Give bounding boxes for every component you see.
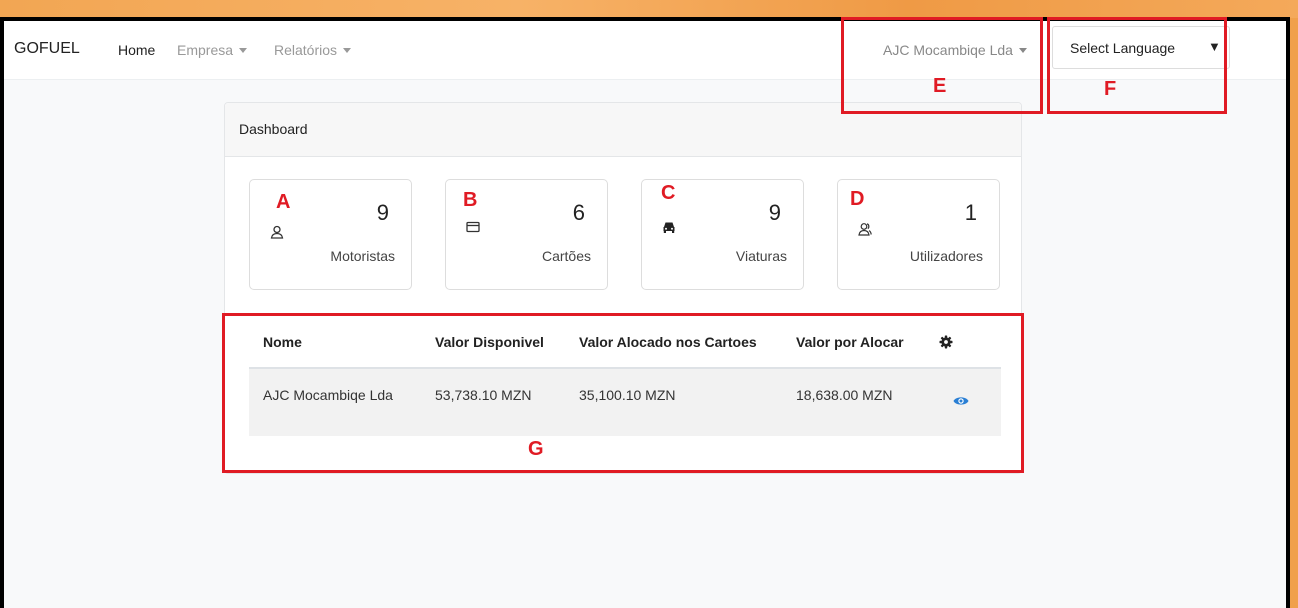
annotation-marker-c: C	[661, 182, 676, 204]
chevron-down-icon	[343, 48, 352, 53]
background-band	[0, 0, 1298, 18]
annotation-marker-f: F	[1104, 78, 1117, 100]
nav-relatorios[interactable]: Relatórios	[274, 42, 352, 58]
stat-value: 9	[376, 200, 389, 225]
nav-relatorios-label: Relatórios	[274, 42, 338, 58]
car-icon	[663, 222, 675, 233]
annotation-marker-e: E	[933, 75, 947, 97]
annotation-marker-b: B	[463, 189, 478, 211]
stat-motoristas[interactable]: 9 Motoristas	[249, 179, 412, 290]
stat-label: Viaturas	[735, 248, 787, 264]
annotation-marker-a: A	[276, 191, 291, 213]
nav-home-label: Home	[118, 42, 156, 58]
annotation-marker-g: G	[528, 438, 544, 460]
stat-value: 6	[572, 200, 585, 225]
user-icon	[270, 225, 284, 239]
annotation-box-language	[1047, 17, 1227, 114]
credit-card-icon	[466, 221, 480, 233]
nav-home[interactable]: Home	[118, 42, 155, 58]
stat-label: Motoristas	[330, 248, 395, 264]
nav-empresa-label: Empresa	[177, 42, 234, 58]
annotation-marker-d: D	[850, 188, 865, 210]
nav-empresa[interactable]: Empresa	[177, 42, 248, 58]
chevron-down-icon	[239, 48, 248, 53]
dashboard-title: Dashboard	[239, 121, 308, 137]
stat-label: Utilizadores	[909, 248, 983, 264]
annotation-box-table	[222, 313, 1024, 473]
stat-label: Cartões	[541, 248, 591, 264]
stat-value: 1	[964, 200, 977, 225]
stat-value: 9	[768, 200, 781, 225]
annotation-box-company	[841, 17, 1043, 114]
users-icon	[858, 223, 872, 236]
brand-logo[interactable]: GOFUEL	[14, 40, 80, 58]
